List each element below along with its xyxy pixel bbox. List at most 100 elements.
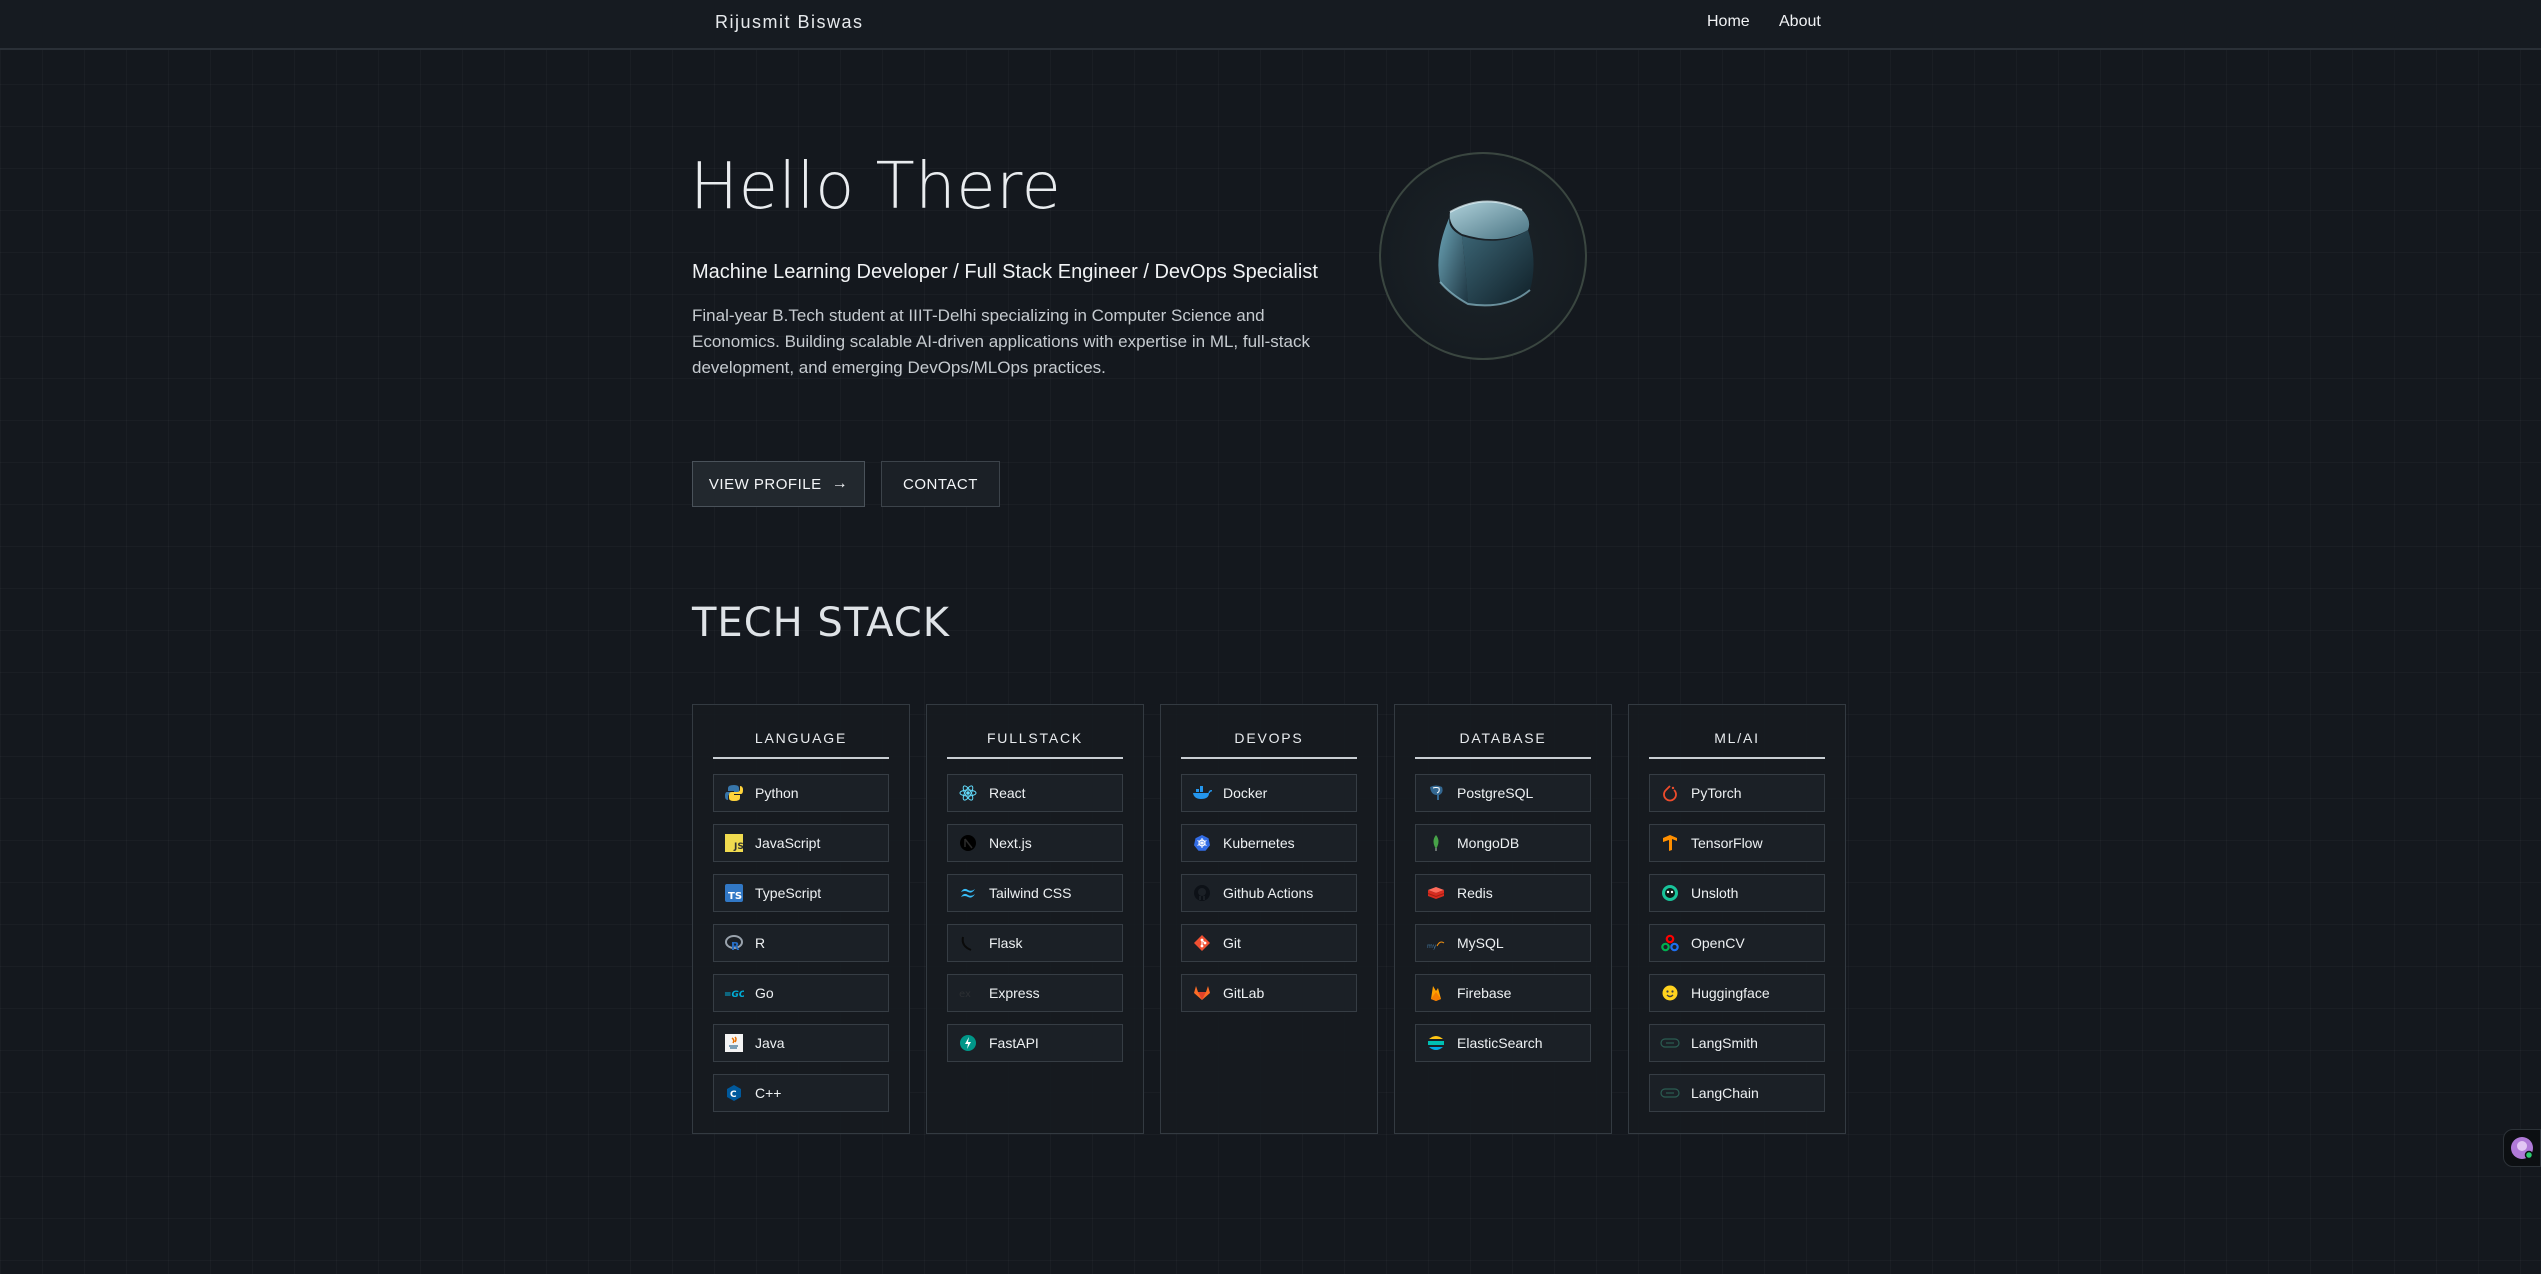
langchain-icon: [1660, 1083, 1680, 1103]
stack-item-label: PyTorch: [1691, 785, 1742, 801]
stack-item-redis[interactable]: Redis: [1415, 874, 1591, 912]
react-icon: [958, 783, 978, 803]
stack-item-langchain[interactable]: LangChain: [1649, 1074, 1825, 1112]
stack-item-label: Tailwind CSS: [989, 885, 1072, 901]
hero-description: Final-year B.Tech student at IIIT-Delhi …: [692, 306, 1310, 377]
card-header: DEVOPS: [1181, 725, 1357, 759]
avatar: [1379, 152, 1587, 360]
stack-item-express[interactable]: ex Express: [947, 974, 1123, 1012]
stack-item-go[interactable]: =GO Go: [713, 974, 889, 1012]
contact-button[interactable]: CONTACT: [881, 461, 1000, 507]
stack-item-label: MongoDB: [1457, 835, 1520, 851]
stack-item-label: Git: [1223, 935, 1241, 951]
postgresql-icon: [1426, 783, 1446, 803]
contact-label: CONTACT: [903, 475, 978, 493]
stack-item-label: React: [989, 785, 1026, 801]
stack-item-label: Unsloth: [1691, 885, 1739, 901]
cpp-icon: C: [724, 1083, 744, 1103]
glass-cube-icon: [1438, 200, 1534, 307]
stack-item-python[interactable]: Python: [713, 774, 889, 812]
stack-item-label: Flask: [989, 935, 1023, 951]
arrow-right-icon: →: [831, 475, 849, 492]
stack-item-nextjs[interactable]: Next.js: [947, 824, 1123, 862]
tensorflow-icon: [1660, 833, 1680, 853]
stack-card-language: LANGUAGE Python JS JavaScript TS TypeScr…: [692, 704, 910, 1134]
stack-item-react[interactable]: React: [947, 774, 1123, 812]
stack-item-unsloth[interactable]: Unsloth: [1649, 874, 1825, 912]
top-navbar: Rijusmit Biswas Home About: [0, 0, 2541, 50]
stack-item-label: OpenCV: [1691, 935, 1745, 951]
stack-item-gitlab[interactable]: GitLab: [1181, 974, 1357, 1012]
stack-item-javascript[interactable]: JS JavaScript: [713, 824, 889, 862]
svg-text:R: R: [731, 940, 740, 952]
docker-icon: [1192, 783, 1212, 803]
mysql-icon: my: [1426, 933, 1446, 953]
stack-item-elasticsearch[interactable]: ElasticSearch: [1415, 1024, 1591, 1062]
stack-item-opencv[interactable]: OpenCV: [1649, 924, 1825, 962]
stack-item-postgresql[interactable]: PostgreSQL: [1415, 774, 1591, 812]
stack-item-mongodb[interactable]: MongoDB: [1415, 824, 1591, 862]
git-icon: [1192, 933, 1212, 953]
stack-item-typescript[interactable]: TS TypeScript: [713, 874, 889, 912]
gitlab-icon: [1192, 983, 1212, 1003]
stack-item-label: Firebase: [1457, 985, 1512, 1001]
stack-item-tensorflow[interactable]: TensorFlow: [1649, 824, 1825, 862]
stack-item-label: FastAPI: [989, 1035, 1039, 1051]
flask-icon: [958, 933, 978, 953]
go-icon: =GO: [724, 983, 744, 1003]
stack-item-label: ElasticSearch: [1457, 1035, 1543, 1051]
stack-item-git[interactable]: Git: [1181, 924, 1357, 962]
stack-item-mysql[interactable]: my MySQL: [1415, 924, 1591, 962]
elasticsearch-icon: [1426, 1033, 1446, 1053]
stack-item-label: LangChain: [1691, 1085, 1759, 1101]
stack-item-label: Docker: [1223, 785, 1268, 801]
hero-subtitle: Machine Learning Developer / Full Stack …: [692, 261, 1318, 283]
stack-item-label: MySQL: [1457, 935, 1504, 951]
r-icon: R: [724, 933, 744, 953]
typescript-icon: TS: [724, 883, 744, 903]
stack-card-ml-ai: ML/AI PyTorch TensorFlow Unsloth OpenCV …: [1628, 704, 1846, 1134]
nav-link-about[interactable]: About: [1779, 13, 1821, 31]
svg-text:TS: TS: [728, 891, 742, 902]
stack-item-huggingface[interactable]: Huggingface: [1649, 974, 1825, 1012]
stack-item-tailwind[interactable]: Tailwind CSS: [947, 874, 1123, 912]
stack-item-github-actions[interactable]: Github Actions: [1181, 874, 1357, 912]
stack-item-label: Redis: [1457, 885, 1493, 901]
stack-card-database: DATABASE PostgreSQL MongoDB Redis my MyS…: [1394, 704, 1612, 1134]
kubernetes-icon: [1192, 833, 1212, 853]
svg-text:C: C: [730, 1090, 737, 1100]
stack-item-label: C++: [755, 1085, 782, 1101]
stack-item-java[interactable]: Java: [713, 1024, 889, 1062]
stack-item-flask[interactable]: Flask: [947, 924, 1123, 962]
opencv-icon: [1660, 933, 1680, 953]
hero-title: Hello There: [690, 150, 1062, 224]
stack-item-label: Java: [755, 1035, 785, 1051]
view-profile-label: VIEW PROFILE: [708, 475, 822, 493]
stack-item-label: Kubernetes: [1223, 835, 1295, 851]
firebase-icon: [1426, 983, 1446, 1003]
stack-item-label: LangSmith: [1691, 1035, 1758, 1051]
javascript-icon: JS: [724, 833, 744, 853]
brand-name[interactable]: Rijusmit Biswas: [715, 12, 864, 33]
stack-item-r[interactable]: R R: [713, 924, 889, 962]
stack-item-pytorch[interactable]: PyTorch: [1649, 774, 1825, 812]
svg-text:my: my: [1427, 943, 1437, 950]
stack-item-firebase[interactable]: Firebase: [1415, 974, 1591, 1012]
svg-text:ex: ex: [959, 989, 971, 1000]
stack-item-label: R: [755, 935, 766, 951]
view-profile-button[interactable]: VIEW PROFILE →: [692, 461, 865, 507]
tech-stack-title: TECH STACK: [692, 600, 950, 646]
stack-item-label: GitLab: [1223, 985, 1265, 1001]
stack-item-cpp[interactable]: C C++: [713, 1074, 889, 1112]
chat-widget-button[interactable]: [2503, 1129, 2541, 1167]
stack-item-label: PostgreSQL: [1457, 785, 1534, 801]
stack-item-langsmith[interactable]: LangSmith: [1649, 1024, 1825, 1062]
stack-item-kubernetes[interactable]: Kubernetes: [1181, 824, 1357, 862]
stack-item-label: TypeScript: [755, 885, 822, 901]
stack-item-fastapi[interactable]: FastAPI: [947, 1024, 1123, 1062]
stack-item-docker[interactable]: Docker: [1181, 774, 1357, 812]
svg-text:=GO: =GO: [724, 990, 744, 1000]
unsloth-icon: [1660, 883, 1680, 903]
nav-link-home[interactable]: Home: [1707, 13, 1750, 31]
java-icon: [724, 1033, 744, 1053]
